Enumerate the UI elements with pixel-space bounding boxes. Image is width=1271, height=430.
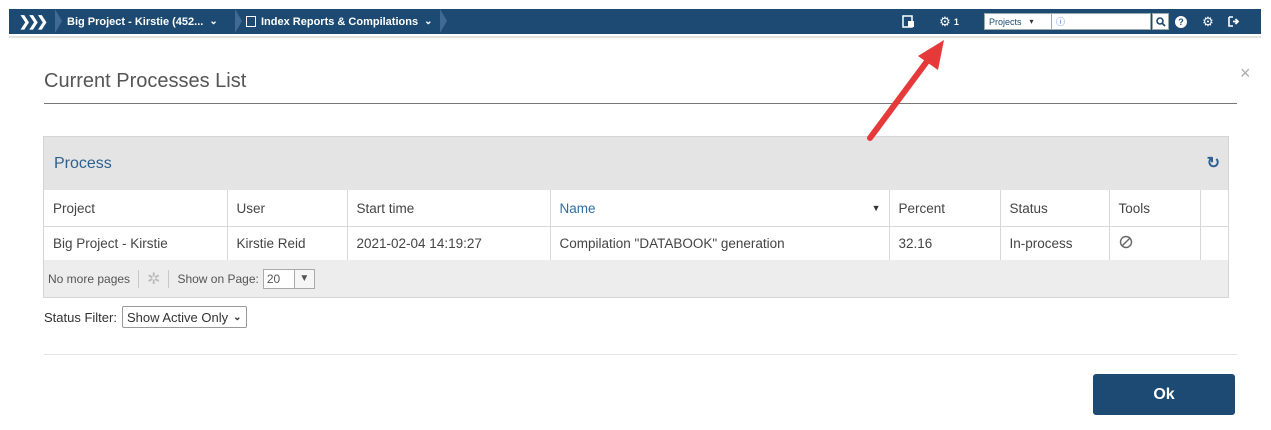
column-header-spacer — [1200, 190, 1229, 227]
cancel-icon[interactable] — [1119, 235, 1133, 249]
loading-spinner-icon: ✲ — [147, 270, 161, 288]
column-header-status[interactable]: Status — [1000, 190, 1110, 227]
cell-name: Compilation "DATABOOK" generation — [550, 226, 890, 261]
cell-tools — [1109, 226, 1201, 261]
show-on-page-label: Show on Page: — [177, 271, 259, 286]
column-header-start-time[interactable]: Start time — [347, 190, 551, 227]
topbar-divider — [9, 36, 1261, 38]
pager-divider — [138, 269, 140, 288]
cell-start-time: 2021-02-04 14:19:27 — [347, 226, 551, 261]
status-filter-label: Status Filter: — [44, 309, 117, 325]
no-more-pages-label: No more pages — [48, 271, 131, 286]
process-panel: Process ↻ Project User Start time Name ▼… — [43, 136, 1229, 298]
column-header-percent[interactable]: Percent — [889, 190, 1001, 227]
column-header-project[interactable]: Project — [44, 190, 228, 227]
chevron-down-icon: ⌄ — [233, 311, 242, 323]
breadcrumb-separator — [440, 9, 447, 33]
search-input[interactable]: ⓘ — [1051, 13, 1151, 30]
status-filter-value: Show Active Only — [126, 309, 229, 325]
status-filter-select[interactable]: Show Active Only ⌄ — [121, 306, 247, 328]
help-icon[interactable]: ? — [1171, 9, 1191, 34]
footer-divider — [44, 354, 1237, 355]
search-scope-label: Projects — [989, 16, 1022, 27]
process-table: Project User Start time Name ▼ Percent S… — [44, 190, 1229, 261]
top-navigation-bar: ❯❯❯ Big Project - Kirstie (452... ⌄ Inde… — [9, 9, 1261, 34]
close-icon[interactable]: × — [1240, 63, 1251, 84]
cell-spacer — [1200, 226, 1229, 261]
status-filter: Status Filter: Show Active Only ⌄ — [44, 306, 247, 328]
column-header-user[interactable]: User — [227, 190, 348, 227]
table-header-row: Project User Start time Name ▼ Percent S… — [44, 190, 1229, 227]
report-icon — [246, 16, 256, 27]
page-size-value: 20 — [262, 268, 295, 289]
app-menu-icon[interactable]: ❯❯❯ — [9, 9, 55, 34]
settings-gear-icon[interactable]: ⚙ — [1198, 9, 1218, 34]
refresh-icon[interactable]: ↻ — [1207, 153, 1220, 173]
caret-down-icon: ▾ — [1029, 17, 1034, 26]
cell-user: Kirstie Reid — [227, 226, 348, 261]
pager-divider — [168, 269, 170, 288]
search-icon — [1155, 16, 1166, 27]
column-header-name-label: Name — [559, 200, 596, 216]
modal-title: Current Processes List — [44, 70, 247, 92]
chevron-down-icon[interactable]: ▼ — [294, 268, 315, 289]
breadcrumb-separator — [55, 9, 62, 33]
table-row[interactable]: Big Project - Kirstie Kirstie Reid 2021-… — [44, 226, 1229, 261]
pager: No more pages ✲ Show on Page: 20 ▼ — [44, 260, 1228, 297]
breadcrumb-reports-label: Index Reports & Compilations — [261, 15, 419, 28]
breadcrumb-separator — [235, 9, 242, 33]
column-header-name[interactable]: Name ▼ — [550, 190, 890, 227]
info-icon: ⓘ — [1056, 17, 1066, 27]
panel-header: Process ↻ — [44, 137, 1228, 190]
title-divider — [44, 103, 1237, 104]
chevron-down-icon[interactable]: ⌄ — [424, 16, 432, 27]
gears-icon: ⚙ — [939, 13, 951, 29]
cell-percent: 32.16 — [889, 226, 1001, 261]
chevron-down-icon[interactable]: ⌄ — [209, 16, 217, 27]
breadcrumb-project-label: Big Project - Kirstie (452... — [67, 15, 204, 28]
process-count-badge: 1 — [953, 16, 959, 27]
page-size-select[interactable]: 20 ▼ — [262, 268, 315, 289]
column-header-tools[interactable]: Tools — [1109, 190, 1201, 227]
export-icon[interactable] — [898, 9, 918, 34]
ok-button[interactable]: Ok — [1093, 374, 1235, 415]
breadcrumb-project[interactable]: Big Project - Kirstie (452... ⌄ — [67, 9, 218, 34]
breadcrumb-reports[interactable]: Index Reports & Compilations ⌄ — [246, 9, 432, 34]
logout-icon[interactable] — [1224, 9, 1244, 34]
search-button[interactable] — [1152, 13, 1169, 30]
sort-desc-icon[interactable]: ▼ — [872, 203, 881, 213]
cell-project: Big Project - Kirstie — [44, 226, 228, 261]
cell-status: In-process — [1000, 226, 1110, 261]
processes-button[interactable]: ⚙ 1 — [932, 9, 966, 34]
panel-title: Process — [54, 155, 112, 172]
